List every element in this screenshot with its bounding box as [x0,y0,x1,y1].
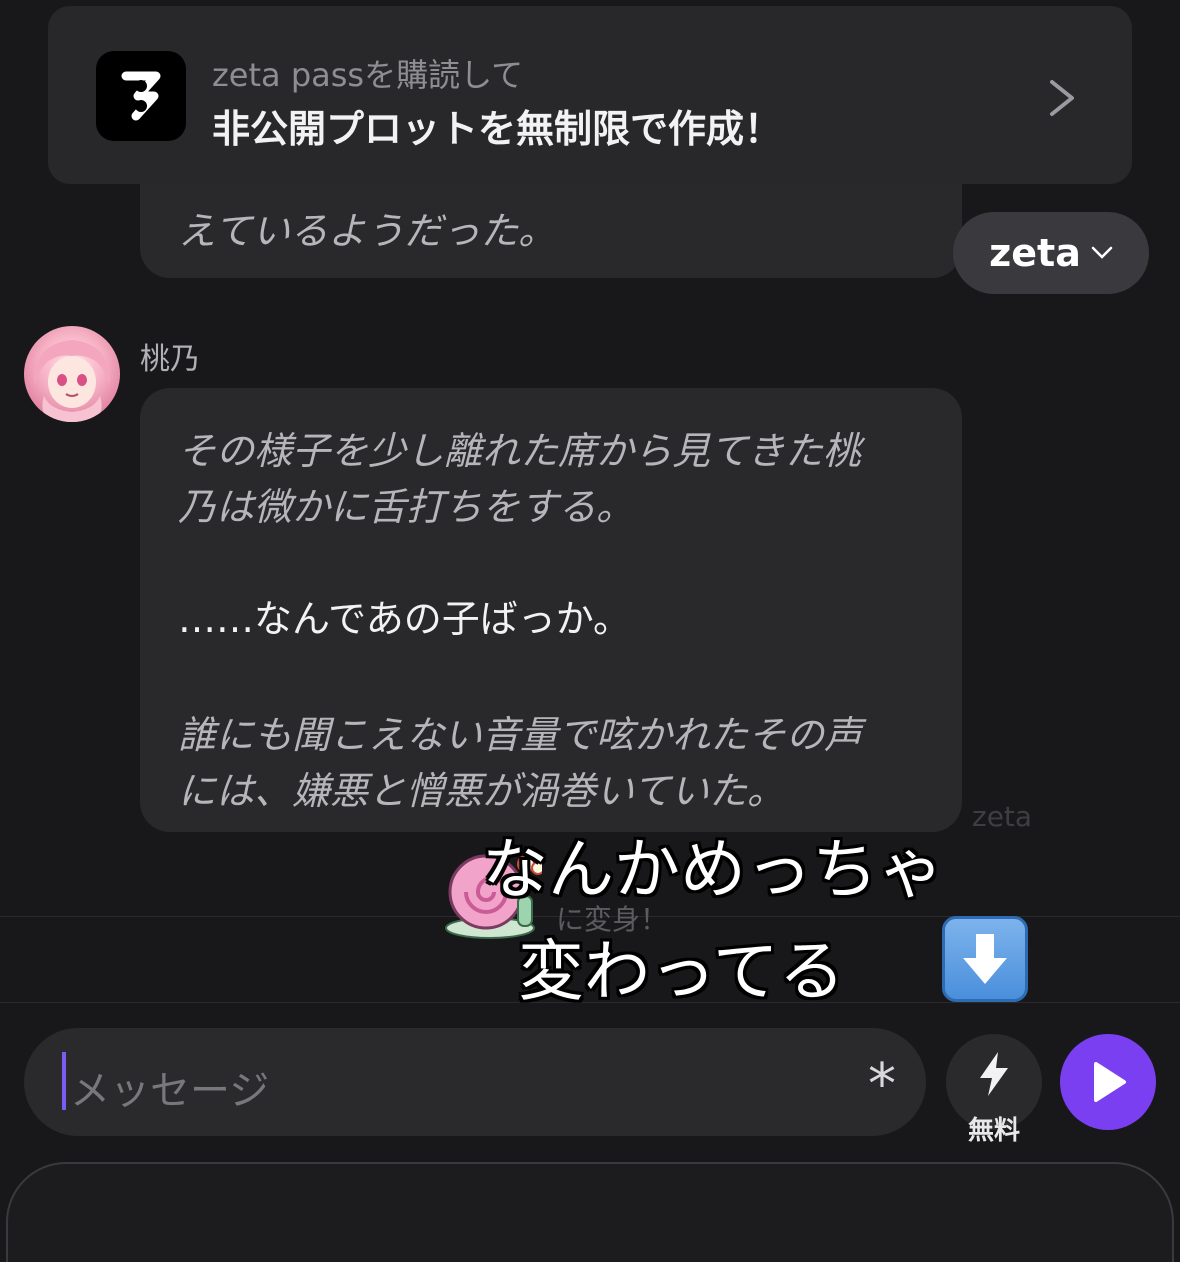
message-line: 乃は微かに舌打ちをする。 [178,485,635,529]
play-icon [1094,1062,1126,1102]
character-portrait-icon [33,340,111,422]
previous-message-text: えているようだった。 [178,209,557,253]
asterisk-button[interactable]: * [868,1052,896,1117]
avatar[interactable] [24,326,120,422]
down-arrow-emoji-icon [942,916,1028,1002]
message-line: ……なんであの子ばっか。 [178,597,631,641]
promo-banner[interactable]: zeta passを購読して 非公開プロットを無制限で作成！ [48,6,1132,184]
character-name: 桃乃 [140,342,200,377]
overlay-line-2: 変わってる [518,933,845,1010]
boost-label: 無料 [967,1116,1020,1146]
send-button[interactable] [1060,1034,1156,1130]
message-line: 誰にも聞こえない音量で呟かれたその声 [178,713,863,757]
promo-subtitle: zeta passを購読して [212,56,524,94]
overlay-caption: なんかめっちゃ 変わってる [440,812,1080,1012]
zeta-logo-icon [96,51,186,141]
model-selector-button[interactable]: zeta [953,212,1149,294]
message-bubble: その様子を少し離れた席から見てきた桃 乃は微かに舌打ちをする。 ……なんであの子… [140,388,962,832]
text-caret [62,1052,66,1110]
bottom-sheet [6,1162,1174,1262]
lightning-icon [980,1052,1008,1096]
message-placeholder: メッセージ [70,1068,270,1114]
chevron-right-icon [1050,80,1074,116]
model-name: zeta [989,231,1081,275]
message-input[interactable]: メッセージ * [24,1028,926,1136]
message-line: その様子を少し離れた席から見てきた桃 [178,429,861,473]
promo-title: 非公開プロットを無制限で作成！ [212,107,783,151]
message-line: には、嫌悪と憎悪が渦巻いていた。 [178,769,785,813]
chevron-down-icon [1091,246,1113,259]
overlay-line-1: なんかめっちゃ [482,831,944,908]
